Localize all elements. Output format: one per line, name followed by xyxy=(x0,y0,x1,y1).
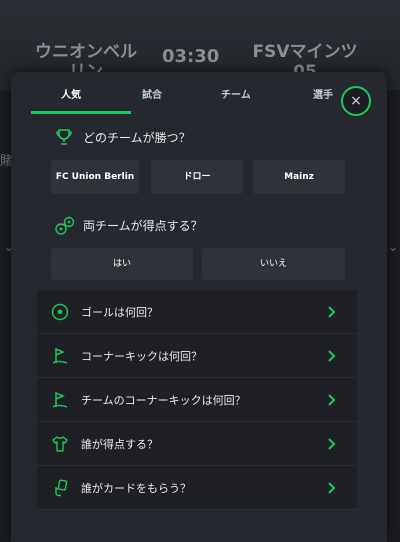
chevron-right-icon xyxy=(327,480,337,499)
close-button[interactable]: × xyxy=(341,86,371,116)
market-list: ゴールは何回？ コーナーキックは何回？ チームのコーナーキックは何回？ 誰が得点… xyxy=(37,290,357,510)
question-both-score: 両チームが得点する？ xyxy=(55,216,203,235)
list-item-label: チームのコーナーキックは何回？ xyxy=(81,393,246,407)
chevron-right-icon xyxy=(327,392,337,411)
option-away-win[interactable]: Mainz xyxy=(253,160,345,194)
bet-builder-modal: 人気 試合 チーム 選手 × どのチームが勝つ？ FC Union Berlin… xyxy=(11,72,387,542)
question-who-wins-title: どのチームが勝つ？ xyxy=(83,130,191,145)
option-yes[interactable]: はい xyxy=(51,248,193,280)
chevron-right-icon xyxy=(327,348,337,367)
trophy-icon xyxy=(55,128,73,146)
option-home-win[interactable]: FC Union Berlin xyxy=(51,160,139,194)
tab-bar: 人気 試合 チーム 選手 xyxy=(11,72,387,114)
corner-flag-icon xyxy=(51,391,69,409)
corner-flag-icon xyxy=(51,347,69,365)
jersey-icon xyxy=(51,435,69,453)
option-no[interactable]: いいえ xyxy=(202,248,345,280)
list-item-corners[interactable]: コーナーキックは何回？ xyxy=(37,334,357,378)
list-item-label: 誰が得点する？ xyxy=(81,437,158,451)
active-tab-indicator xyxy=(31,111,131,114)
list-item-label: 誰がカードをもらう？ xyxy=(81,481,191,495)
match-time: 03:30 xyxy=(162,46,220,67)
two-balls-icon xyxy=(55,216,75,235)
list-item-scorer[interactable]: 誰が得点する？ xyxy=(37,422,357,466)
question-who-wins: どのチームが勝つ？ xyxy=(55,128,191,146)
list-item-team-corners[interactable]: チームのコーナーキックは何回？ xyxy=(37,378,357,422)
option-draw[interactable]: ドロー xyxy=(151,160,243,194)
soccer-ball-icon xyxy=(51,303,69,321)
tab-match[interactable]: 試合 xyxy=(142,86,162,101)
chevron-right-icon xyxy=(327,304,337,323)
tab-popular[interactable]: 人気 xyxy=(61,86,81,101)
tab-players[interactable]: 選手 xyxy=(313,86,333,101)
list-item-label: ゴールは何回？ xyxy=(81,305,158,319)
list-item-label: コーナーキックは何回？ xyxy=(81,349,202,363)
tab-team[interactable]: チーム xyxy=(221,86,251,101)
list-item-cards[interactable]: 誰がカードをもらう？ xyxy=(37,466,357,510)
list-item-goals[interactable]: ゴールは何回？ xyxy=(37,290,357,334)
question-both-score-title: 両チームが得点する？ xyxy=(83,218,203,233)
background-chevron-right-icon: ⌄ xyxy=(388,240,399,254)
chevron-right-icon xyxy=(327,436,337,455)
card-icon xyxy=(51,479,69,497)
